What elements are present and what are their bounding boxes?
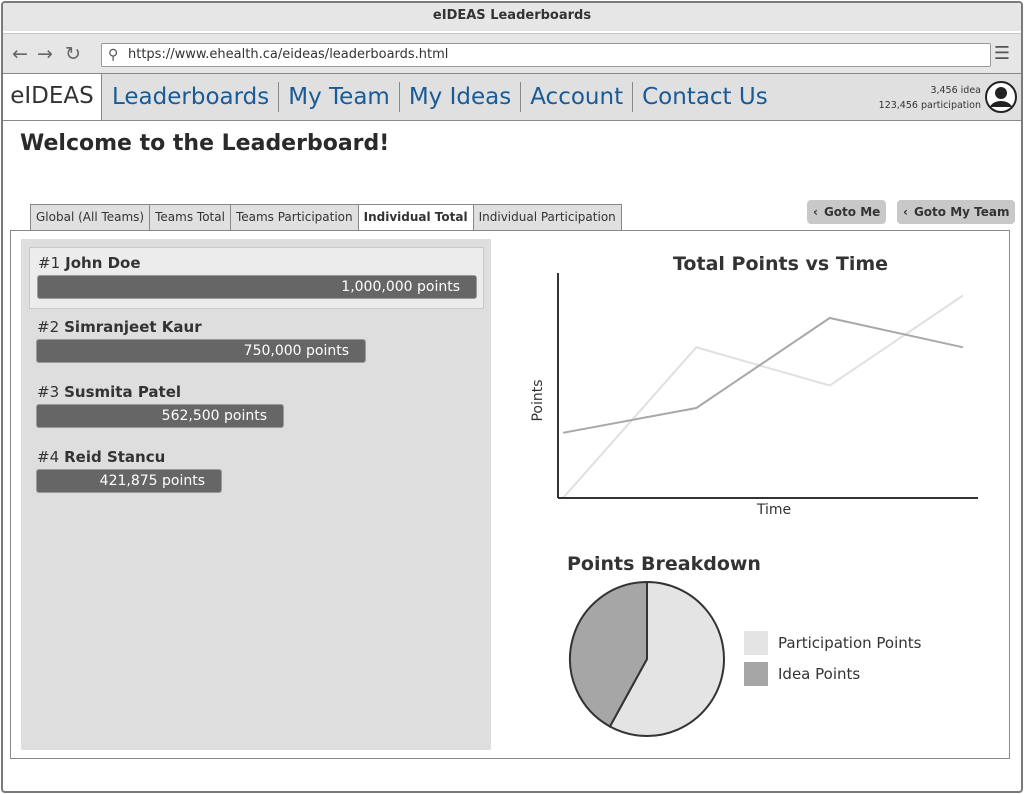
window-title: eIDEAS Leaderboards (3, 3, 1021, 31)
nav-link-my-ideas[interactable]: My Ideas (400, 82, 522, 112)
legend-swatch (744, 662, 768, 686)
forward-arrow-icon[interactable]: → (34, 43, 56, 65)
goto-me-button[interactable]: ‹ Goto Me (807, 200, 887, 224)
pie-chart (569, 580, 725, 737)
entry-name: John Doe (65, 254, 141, 272)
entry-rank: #3 (37, 383, 60, 401)
hamburger-menu-icon[interactable]: ☰ (991, 43, 1013, 65)
brand-logo[interactable]: eIDEAS (3, 74, 102, 120)
nav-link-contact-us[interactable]: Contact Us (633, 82, 777, 112)
app-navbar: eIDEAS Leaderboards My Team My Ideas Acc… (3, 73, 1021, 121)
page-title: Welcome to the Leaderboard! (20, 131, 390, 156)
nav-link-account[interactable]: Account (521, 82, 634, 112)
nav-link-my-team[interactable]: My Team (279, 82, 400, 112)
entry-rank-name: #1 John Doe (38, 254, 141, 272)
url-text: https://www.ehealth.ca/eideas/leaderboar… (128, 47, 449, 62)
tab-teams-participation[interactable]: Teams Participation (229, 204, 358, 231)
leaderboard-entry[interactable]: #3 Susmita Patel 562,500 points (29, 377, 484, 439)
leaderboard-tabs: Global (All Teams) Teams Total Teams Par… (30, 204, 622, 231)
nav-links: Leaderboards My Team My Ideas Account Co… (103, 74, 777, 120)
series-line-1 (562, 294, 964, 499)
nav-link-leaderboards[interactable]: Leaderboards (103, 82, 280, 112)
entry-name: Reid Stancu (64, 448, 166, 466)
leaderboard-entry[interactable]: #2 Simranjeet Kaur 750,000 points (29, 312, 484, 374)
user-avatar-icon[interactable] (985, 81, 1017, 113)
chevron-left-icon: ‹ (813, 205, 818, 219)
entry-rank-name: #3 Susmita Patel (37, 383, 181, 401)
line-chart: Time Points (530, 273, 978, 518)
browser-window: eIDEAS Leaderboards ← → ↻ ⚲ https://www.… (1, 1, 1023, 793)
tab-content-panel: #1 John Doe 1,000,000 points #2 Simranjeet… (10, 230, 1010, 759)
entry-rank: #2 (37, 318, 60, 336)
stats-participation: 123,456 participation (878, 100, 981, 111)
entry-rank-name: #4 Reid Stancu (37, 448, 165, 466)
leaderboard-list: #1 John Doe 1,000,000 points #2 Simranjeet… (21, 239, 491, 750)
address-bar[interactable]: ⚲ https://www.ehealth.ca/eideas/leaderbo… (101, 43, 991, 67)
tab-global-all-teams[interactable]: Global (All Teams) (30, 204, 150, 231)
entry-name: Simranjeet Kaur (64, 318, 202, 336)
entry-rank: #1 (38, 254, 61, 272)
goto-my-team-label: Goto My Team (913, 205, 1010, 219)
tab-teams-total[interactable]: Teams Total (149, 204, 230, 231)
entry-name: Susmita Patel (64, 383, 182, 401)
reload-icon[interactable]: ↻ (62, 43, 84, 65)
points-bar: 750,000 points (36, 339, 366, 363)
entry-rank: #4 (37, 448, 60, 466)
browser-toolbar: ← → ↻ ⚲ https://www.ehealth.ca/eideas/le… (3, 33, 1021, 73)
y-axis-label: Points (530, 379, 546, 421)
goto-me-label: Goto Me (823, 205, 881, 219)
stats-ideas: 3,456 idea (930, 85, 981, 96)
pie-chart-title: Points Breakdown (567, 553, 761, 575)
points-bar: 562,500 points (36, 404, 284, 428)
legend-label: Participation Points (778, 634, 922, 652)
tab-individual-participation[interactable]: Individual Participation (472, 204, 622, 231)
chevron-left-icon: ‹ (903, 205, 908, 219)
points-bar: 1,000,000 points (37, 275, 477, 299)
x-axis-label: Time (756, 502, 791, 518)
points-bar: 421,875 points (36, 469, 222, 493)
leaderboard-entry[interactable]: #1 John Doe 1,000,000 points (29, 247, 484, 309)
back-arrow-icon[interactable]: ← (9, 43, 31, 65)
tab-individual-total[interactable]: Individual Total (357, 204, 473, 231)
legend-swatch (744, 631, 768, 655)
user-stats: 3,456 idea 123,456 participation (879, 83, 981, 113)
goto-my-team-button[interactable]: ‹ Goto My Team (897, 200, 1016, 224)
entry-rank-name: #2 Simranjeet Kaur (37, 318, 202, 336)
legend-label: Idea Points (778, 665, 861, 683)
leaderboard-entry[interactable]: #4 Reid Stancu 421,875 points (29, 442, 484, 504)
search-icon: ⚲ (108, 47, 119, 63)
